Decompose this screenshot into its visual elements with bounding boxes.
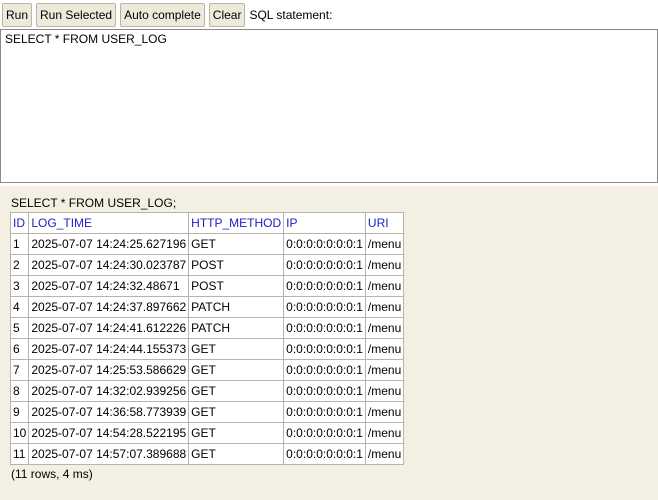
cell-http-method: GET [188,380,285,402]
cell-uri: /menu [364,296,405,318]
cell-http-method: GET [188,338,285,360]
cell-log-time: 2025-07-07 14:24:41.612226 [28,317,190,339]
cell-ip: 0:0:0:0:0:0:0:1 [283,296,366,318]
table-row: 8 2025-07-07 14:32:02.939256 GET 0:0:0:0:0:… [9,380,405,402]
result-summary: (11 rows, 4 ms) [11,467,93,481]
cell-log-time: 2025-07-07 14:24:37.897662 [28,296,190,318]
cell-id: 7 [9,359,30,381]
cell-uri: /menu [364,422,405,444]
cell-ip: 0:0:0:0:0:0:0:1 [283,254,366,276]
table-row: 3 2025-07-07 14:24:32.48671 POST 0:0:0:0:0:… [9,275,405,297]
cell-ip: 0:0:0:0:0:0:0:1 [283,443,366,465]
cell-uri: /menu [364,275,405,297]
cell-uri: /menu [364,254,405,276]
cell-log-time: 2025-07-07 14:24:30.023787 [28,254,190,276]
cell-uri: /menu [364,401,405,423]
table-row: 5 2025-07-07 14:24:41.612226 PATCH 0:0:0:0:… [9,317,405,339]
cell-ip: 0:0:0:0:0:0:0:1 [283,317,366,339]
header-row: ID LOG_TIME HTTP_METHOD IP URI [9,212,405,234]
table-row: 7 2025-07-07 14:25:53.586629 GET 0:0:0:0:0:… [9,359,405,381]
cell-log-time: 2025-07-07 14:54:28.522195 [28,422,190,444]
cell-uri: /menu [364,317,405,339]
auto-complete-button[interactable]: Auto complete [120,2,205,27]
table-row: 11 2025-07-07 14:57:07.389688 GET 0:0:0:0:0… [9,443,405,465]
cell-http-method: GET [188,359,285,381]
cell-id: 8 [9,380,30,402]
cell-id: 10 [9,422,30,444]
cell-log-time: 2025-07-07 14:36:58.773939 [28,401,190,423]
cell-id: 5 [9,317,30,339]
cell-http-method: GET [188,401,285,423]
cell-log-time: 2025-07-07 14:24:32.48671 [28,275,190,297]
cell-http-method: PATCH [188,317,285,339]
column-header-http-method[interactable]: HTTP_METHOD [188,212,285,234]
cell-http-method: GET [188,422,285,444]
executed-query: SELECT * FROM USER_LOG; [11,196,177,210]
run-button[interactable]: Run [2,2,33,27]
result-body: 1 2025-07-07 14:24:25.627196 GET 0:0:0:0:0:… [9,233,405,465]
clear-button[interactable]: Clear [208,2,246,27]
cell-uri: /menu [364,338,405,360]
cell-log-time: 2025-07-07 14:24:25.627196 [28,233,190,255]
results-panel: SELECT * FROM USER_LOG; ID LOG_TIME HTTP… [0,186,658,500]
table-row: 1 2025-07-07 14:24:25.627196 GET 0:0:0:0:0:… [9,233,405,255]
cell-uri: /menu [364,233,405,255]
table-row: 6 2025-07-07 14:24:44.155373 GET 0:0:0:0:0:… [9,338,405,360]
cell-ip: 0:0:0:0:0:0:0:1 [283,401,366,423]
cell-http-method: GET [188,443,285,465]
column-header-ip[interactable]: IP [283,212,366,234]
sql-editor[interactable]: SELECT * FROM USER_LOG [0,29,658,183]
cell-id: 3 [9,275,30,297]
table-row: 4 2025-07-07 14:24:37.897662 PATCH 0:0:0:0:… [9,296,405,318]
cell-log-time: 2025-07-07 14:32:02.939256 [28,380,190,402]
cell-log-time: 2025-07-07 14:25:53.586629 [28,359,190,381]
cell-http-method: PATCH [188,296,285,318]
cell-ip: 0:0:0:0:0:0:0:1 [283,422,366,444]
table-row: 9 2025-07-07 14:36:58.773939 GET 0:0:0:0:0:… [9,401,405,423]
cell-log-time: 2025-07-07 14:24:44.155373 [28,338,190,360]
result-table: ID LOG_TIME HTTP_METHOD IP URI 1 2025-07-… [9,212,405,465]
cell-uri: /menu [364,359,405,381]
run-selected-button[interactable]: Run Selected [36,2,117,27]
cell-id: 1 [9,233,30,255]
cell-ip: 0:0:0:0:0:0:0:1 [283,338,366,360]
cell-log-time: 2025-07-07 14:57:07.389688 [28,443,190,465]
sql-statement-label: SQL statement: [249,7,333,22]
cell-id: 9 [9,401,30,423]
cell-http-method: GET [188,233,285,255]
cell-uri: /menu [364,380,405,402]
table-row: 10 2025-07-07 14:54:28.522195 GET 0:0:0:0:0… [9,422,405,444]
cell-ip: 0:0:0:0:0:0:0:1 [283,359,366,381]
cell-id: 4 [9,296,30,318]
cell-http-method: POST [188,275,285,297]
column-header-id[interactable]: ID [9,212,30,234]
cell-id: 11 [9,443,30,465]
cell-uri: /menu [364,443,405,465]
cell-id: 6 [9,338,30,360]
table-row: 2 2025-07-07 14:24:30.023787 POST 0:0:0:0:0… [9,254,405,276]
cell-ip: 0:0:0:0:0:0:0:1 [283,380,366,402]
column-header-uri[interactable]: URI [364,212,405,234]
cell-id: 2 [9,254,30,276]
toolbar: Run Run Selected Auto complete Clear SQL… [0,0,658,29]
cell-ip: 0:0:0:0:0:0:0:1 [283,275,366,297]
column-header-log-time[interactable]: LOG_TIME [28,212,190,234]
cell-ip: 0:0:0:0:0:0:0:1 [283,233,366,255]
cell-http-method: POST [188,254,285,276]
